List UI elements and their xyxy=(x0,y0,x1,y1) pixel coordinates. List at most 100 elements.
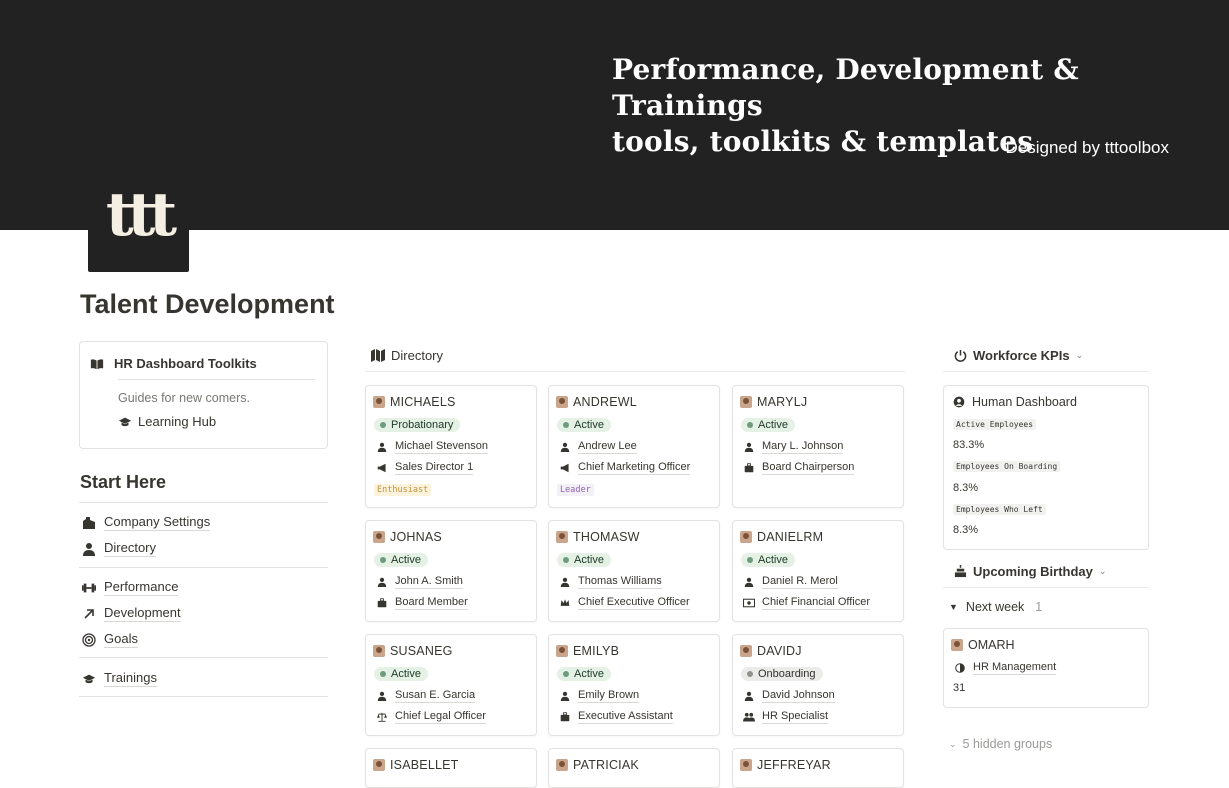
human-dashboard-title: Human Dashboard xyxy=(972,395,1077,409)
status-dot xyxy=(380,557,386,563)
kpi-label: Active Employees xyxy=(953,419,1037,430)
card-title: THOMASW xyxy=(556,530,640,544)
directory-card[interactable]: ISABELLET xyxy=(365,748,537,788)
employee-name[interactable]: John A. Smith xyxy=(395,574,463,589)
nav-development[interactable]: Development xyxy=(82,605,181,622)
employee-code: ISABELLET xyxy=(390,758,459,772)
callout-header: HR Dashboard Toolkits xyxy=(90,356,257,371)
status-label: Onboarding xyxy=(758,668,816,680)
employee-name[interactable]: Daniel R. Merol xyxy=(762,574,838,589)
birthday-day: 31 xyxy=(953,682,965,694)
directory-card[interactable]: JEFFREYAR xyxy=(732,748,904,788)
card-title: MICHAELS xyxy=(373,395,456,409)
employee-code: EMILYB xyxy=(573,644,620,658)
nav-label: Directory xyxy=(104,540,157,557)
status-dot xyxy=(563,557,569,563)
status-badge: Active xyxy=(741,553,795,567)
employee-name-row: Daniel R. Merol xyxy=(742,574,838,589)
directory-card[interactable]: DANIELRM Active Daniel R. Merol Chief Fi… xyxy=(732,520,904,622)
briefcase-icon xyxy=(742,461,756,475)
birthday-divider xyxy=(943,587,1149,588)
card-title: ANDREWL xyxy=(556,395,637,409)
avatar xyxy=(373,759,385,771)
directory-card[interactable]: JOHNAS Active John A. Smith Board Member xyxy=(365,520,537,622)
target-icon xyxy=(82,632,96,647)
person-icon xyxy=(375,575,389,589)
kpis-title: Workforce KPIs xyxy=(973,348,1070,363)
graduation-cap-icon xyxy=(82,672,96,686)
avatar xyxy=(373,396,385,408)
employee-role[interactable]: Chief Legal Officer xyxy=(395,709,486,724)
start-here-heading: Start Here xyxy=(80,472,167,492)
employee-name-row: Thomas Williams xyxy=(558,574,662,589)
status-dot xyxy=(747,671,753,677)
employee-role[interactable]: HR Specialist xyxy=(762,709,829,724)
hidden-groups-toggle[interactable]: ⌄ 5 hidden groups xyxy=(949,737,1052,751)
callout-guide-text: Guides for new comers. xyxy=(118,391,250,405)
page-logo-icon[interactable]: ttt xyxy=(88,172,189,272)
employee-name[interactable]: Susan E. Garcia xyxy=(395,688,476,703)
employee-role-row: HR Specialist xyxy=(742,709,829,724)
department-name[interactable]: HR Management xyxy=(973,660,1057,675)
person-circle-icon xyxy=(952,395,966,409)
nav-performance[interactable]: Performance xyxy=(82,579,179,596)
group-next-week[interactable]: ▼ Next week 1 xyxy=(949,600,1042,614)
hidden-groups-label: 5 hidden groups xyxy=(962,737,1053,751)
person-icon xyxy=(82,542,96,556)
nav-directory[interactable]: Directory xyxy=(82,540,157,557)
employee-name[interactable]: Mary L. Johnson xyxy=(762,439,844,454)
employee-role[interactable]: Board Member xyxy=(395,595,468,610)
kpi-label: Employees Who Left xyxy=(953,504,1046,515)
employee-role[interactable]: Executive Assistant xyxy=(578,709,673,724)
avatar xyxy=(373,645,385,657)
directory-card[interactable]: DAVIDJ Onboarding David Johnson HR Speci… xyxy=(732,634,904,736)
directory-card[interactable]: MARYLJ Active Mary L. Johnson Board Chai… xyxy=(732,385,904,508)
employee-name[interactable]: Thomas Williams xyxy=(578,574,662,589)
logo-text: ttt xyxy=(105,180,177,250)
employee-code: MICHAELS xyxy=(390,395,456,409)
nav-label: Development xyxy=(104,605,181,622)
directory-card[interactable]: SUSANEG Active Susan E. Garcia Chief Leg… xyxy=(365,634,537,736)
learning-hub-link[interactable]: Learning Hub xyxy=(118,414,216,429)
employee-role-row: Chief Executive Officer xyxy=(558,595,690,610)
card-title: OMARH xyxy=(951,638,1015,652)
status-dot xyxy=(563,671,569,677)
trait-tag: Enthusiast xyxy=(374,484,432,496)
status-dot xyxy=(380,422,386,428)
person-icon xyxy=(742,689,756,703)
card-title: Human Dashboard xyxy=(952,395,1077,409)
nav-trainings[interactable]: Trainings xyxy=(82,670,157,687)
directory-card[interactable]: MICHAELS Probationary Michael Stevenson … xyxy=(365,385,537,508)
nav-goals[interactable]: Goals xyxy=(82,631,138,648)
nav-company-settings[interactable]: Company Settings xyxy=(82,514,211,531)
power-icon xyxy=(953,349,967,363)
employee-role[interactable]: Chief Executive Officer xyxy=(578,595,690,610)
employee-name[interactable]: Emily Brown xyxy=(578,688,640,703)
employee-role[interactable]: Chief Marketing Officer xyxy=(578,460,691,475)
employee-role[interactable]: Chief Financial Officer xyxy=(762,595,871,610)
employee-name[interactable]: Michael Stevenson xyxy=(395,439,488,454)
nav-label: Trainings xyxy=(104,670,157,687)
employee-code: ANDREWL xyxy=(573,395,637,409)
employee-role[interactable]: Board Chairperson xyxy=(762,460,855,475)
directory-card[interactable]: PATRICIAK xyxy=(548,748,720,788)
upcoming-birthday-view-tab[interactable]: Upcoming Birthday ⌄ xyxy=(953,564,1106,579)
workforce-kpis-view-tab[interactable]: Workforce KPIs ⌄ xyxy=(953,348,1083,363)
employee-name[interactable]: David Johnson xyxy=(762,688,835,703)
avatar xyxy=(556,759,568,771)
directory-card[interactable]: THOMASW Active Thomas Williams Chief Exe… xyxy=(548,520,720,622)
cake-icon xyxy=(953,565,967,579)
directory-title: Directory xyxy=(391,348,444,363)
employee-name-row: Michael Stevenson xyxy=(375,439,488,454)
birthday-card[interactable]: OMARH HR Management 31 xyxy=(943,628,1149,708)
megaphone-icon xyxy=(375,461,389,475)
status-label: Active xyxy=(574,668,604,680)
employee-role[interactable]: Sales Director 1 xyxy=(395,460,474,475)
employee-name[interactable]: Andrew Lee xyxy=(578,439,637,454)
directory-view-tab[interactable]: Directory xyxy=(371,348,443,363)
human-dashboard-card[interactable]: Human Dashboard Active Employees 83.3% E… xyxy=(943,385,1149,550)
avatar xyxy=(556,645,568,657)
directory-card[interactable]: EMILYB Active Emily Brown Executive Assi… xyxy=(548,634,720,736)
person-icon xyxy=(742,440,756,454)
directory-card[interactable]: ANDREWL Active Andrew Lee Chief Marketin… xyxy=(548,385,720,508)
